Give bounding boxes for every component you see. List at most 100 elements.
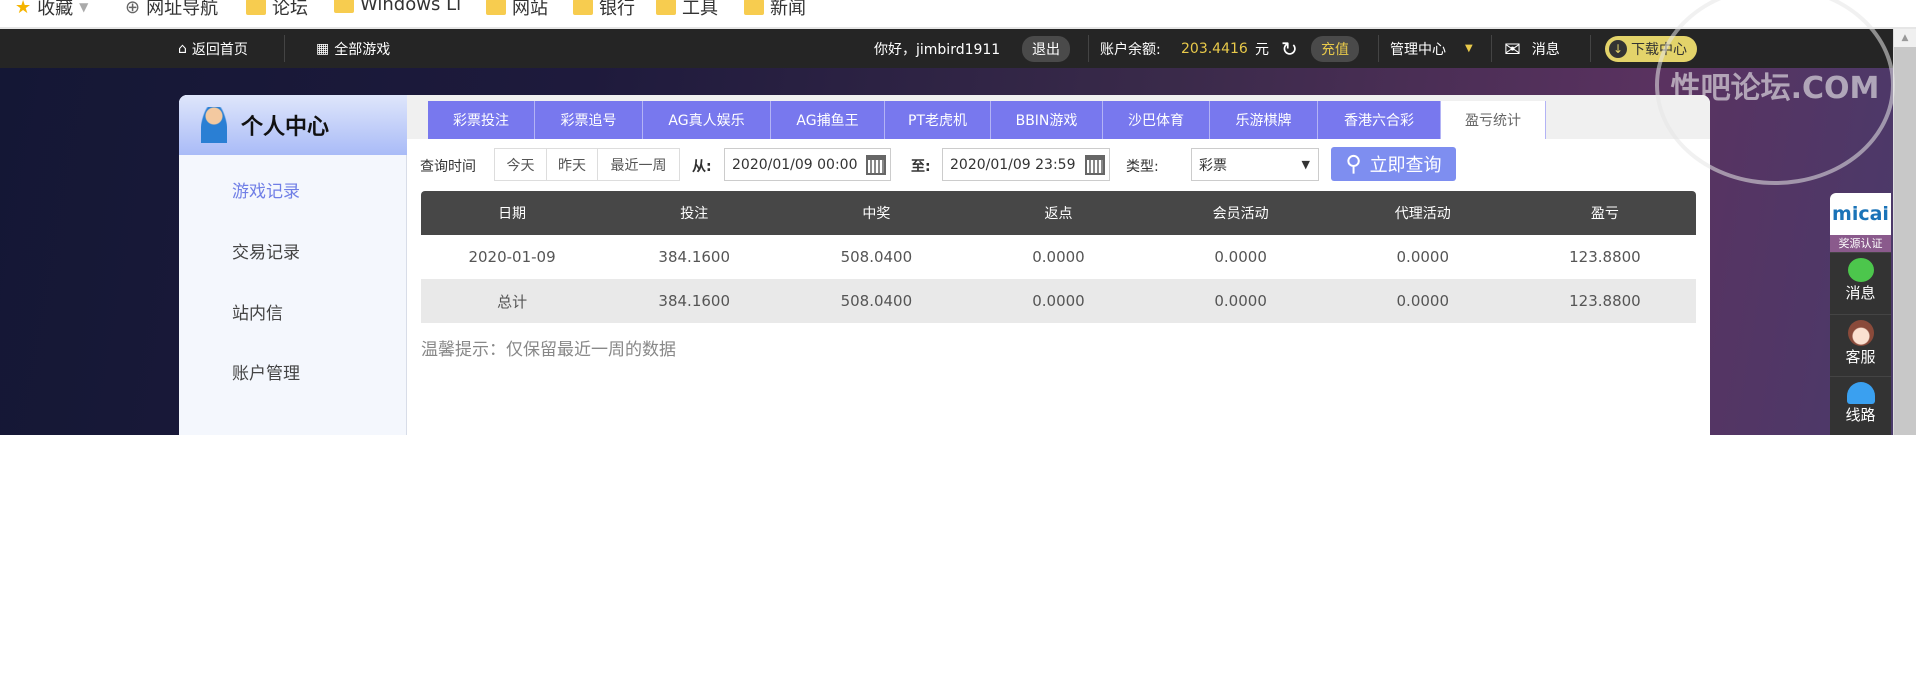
messages-link[interactable]: ✉ 消息 bbox=[1504, 29, 1560, 68]
tab-lottery-bet[interactable]: 彩票投注 bbox=[428, 101, 535, 139]
bookmarks-bar: ★ 收藏 ▼ ⊕ 网址导航 论坛 Windows Li 网站 银行 工具 新闻 bbox=[0, 0, 1916, 29]
tab-saba-sports[interactable]: 沙巴体育 bbox=[1103, 101, 1210, 139]
query-time-label: 查询时间 bbox=[420, 159, 476, 175]
table-cell: 2020-01-09 bbox=[468, 248, 556, 266]
bookmark-favorites[interactable]: ★ 收藏 ▼ bbox=[15, 0, 88, 20]
manage-menu[interactable]: 管理中心 ▼ bbox=[1390, 29, 1473, 68]
table-cell: 123.8800 bbox=[1569, 248, 1641, 266]
bookmark-folder[interactable]: 网站 bbox=[486, 0, 548, 20]
table-row: 2020-01-09 384.1600 508.0400 0.0000 0.00… bbox=[421, 235, 1696, 279]
support-agent-icon bbox=[1847, 320, 1874, 346]
chevron-down-icon: ▼ bbox=[1465, 43, 1473, 54]
search-icon: ⚲ bbox=[1345, 151, 1362, 177]
folder-icon bbox=[246, 0, 266, 15]
sidebar: 个人中心 游戏记录 交易记录 站内信 账户管理 bbox=[179, 95, 407, 435]
scrollbar[interactable]: ▲ bbox=[1893, 29, 1916, 435]
float-support[interactable]: 客服 bbox=[1830, 314, 1891, 376]
bookmark-folder[interactable]: Windows Li bbox=[334, 0, 461, 15]
table-cell: 508.0400 bbox=[840, 248, 913, 266]
user-avatar-icon bbox=[201, 107, 227, 143]
tab-ag-fishing[interactable]: AG捕鱼王 bbox=[771, 101, 885, 139]
folder-icon bbox=[656, 0, 676, 15]
from-label: 从: bbox=[692, 159, 712, 175]
tip-text: 温馨提示：仅保留最近一周的数据 bbox=[421, 340, 676, 360]
calendar-icon[interactable] bbox=[866, 155, 886, 175]
column-header: 会员活动 bbox=[1212, 206, 1269, 222]
float-routes[interactable]: 线路 bbox=[1830, 376, 1891, 435]
column-header: 代理活动 bbox=[1394, 206, 1451, 222]
tab-pt-slots[interactable]: PT老虎机 bbox=[885, 101, 991, 139]
grid-icon: ▦ bbox=[316, 40, 330, 57]
to-date-input[interactable]: 2020/01/09 23:59 bbox=[942, 148, 1110, 181]
sidebar-item-inbox[interactable]: 站内信 bbox=[232, 299, 283, 324]
folder-icon bbox=[334, 0, 354, 13]
yesterday-button[interactable]: 昨天 bbox=[546, 148, 598, 181]
balance-value: 203.4416 bbox=[1181, 40, 1248, 57]
table-cell: 0.0000 bbox=[1214, 292, 1267, 310]
cert-label[interactable]: 奖源认证 bbox=[1830, 235, 1891, 252]
divider bbox=[1088, 35, 1089, 62]
folder-icon bbox=[486, 0, 506, 15]
sidebar-item-account[interactable]: 账户管理 bbox=[232, 359, 300, 384]
tab-profit-stats[interactable]: 盈亏统计 bbox=[1441, 101, 1546, 139]
bookmark-folder[interactable]: 工具 bbox=[656, 0, 718, 20]
tab-bbin[interactable]: BBIN游戏 bbox=[991, 101, 1103, 139]
download-button[interactable]: ↓ 下载中心 bbox=[1605, 35, 1697, 62]
star-icon: ★ bbox=[15, 0, 32, 18]
dropdown-arrow-icon: ▼ bbox=[1301, 158, 1310, 171]
bookmark-folder[interactable]: 银行 bbox=[573, 0, 635, 20]
column-header: 中奖 bbox=[862, 206, 891, 222]
personal-center-panel: 个人中心 游戏记录 交易记录 站内信 账户管理 彩票投注 彩票追号 AG真人娱乐… bbox=[179, 95, 1710, 435]
search-button[interactable]: ⚲ 立即查询 bbox=[1331, 147, 1456, 181]
type-label: 类型: bbox=[1126, 159, 1159, 175]
float-messages[interactable]: 消息 bbox=[1830, 252, 1891, 314]
divider bbox=[284, 35, 285, 62]
table-cell: 0.0000 bbox=[1032, 248, 1085, 266]
column-header: 盈亏 bbox=[1590, 206, 1619, 222]
scroll-up-icon[interactable]: ▲ bbox=[1894, 29, 1916, 47]
calendar-icon[interactable] bbox=[1085, 155, 1105, 175]
from-date-input[interactable]: 2020/01/09 00:00 bbox=[724, 148, 891, 181]
table-cell: 总计 bbox=[497, 292, 528, 311]
home-link[interactable]: ⌂ 返回首页 bbox=[178, 29, 248, 68]
download-icon: ↓ bbox=[1609, 39, 1627, 58]
type-select[interactable]: 彩票 ▼ bbox=[1191, 148, 1319, 181]
table-cell: 384.1600 bbox=[658, 292, 730, 310]
divider bbox=[1491, 35, 1492, 62]
tab-lottery-chase[interactable]: 彩票追号 bbox=[535, 101, 643, 139]
all-games-link[interactable]: ▦ 全部游戏 bbox=[316, 29, 390, 68]
bookmark-folder[interactable]: 论坛 bbox=[246, 0, 308, 20]
globe-icon: ⊕ bbox=[125, 0, 141, 18]
table-cell: 508.0400 bbox=[840, 292, 913, 310]
greeting: 你好，jimbird1911 bbox=[874, 41, 1001, 58]
divider bbox=[1378, 35, 1379, 62]
folder-icon bbox=[744, 0, 764, 15]
table-cell: 0.0000 bbox=[1396, 292, 1450, 310]
tab-hk-mark-six[interactable]: 香港六合彩 bbox=[1318, 101, 1441, 139]
table-cell: 384.1600 bbox=[658, 248, 730, 266]
column-header: 投注 bbox=[680, 206, 709, 222]
bookmark-nav[interactable]: ⊕ 网址导航 bbox=[125, 0, 218, 20]
top-nav: ⌂ 返回首页 ▦ 全部游戏 你好，jimbird1911 退出 账户余额: 203.… bbox=[0, 29, 1893, 68]
folder-icon bbox=[573, 0, 593, 15]
last-week-button[interactable]: 最近一周 bbox=[597, 148, 680, 181]
table-header: 日期 投注 中奖 返点 会员活动 代理活动 盈亏 bbox=[421, 191, 1696, 235]
table-cell: 0.0000 bbox=[1396, 248, 1450, 266]
table-cell: 123.8800 bbox=[1569, 292, 1641, 310]
tab-leyou-chess[interactable]: 乐游棋牌 bbox=[1210, 101, 1318, 139]
bookmark-folder[interactable]: 新闻 bbox=[744, 0, 806, 20]
sidebar-item-game-records[interactable]: 游戏记录 bbox=[232, 177, 300, 202]
column-header: 日期 bbox=[498, 206, 527, 222]
refresh-icon[interactable]: ↻ bbox=[1281, 29, 1298, 68]
chevron-down-icon: ▼ bbox=[79, 0, 89, 14]
table-total-row: 总计 384.1600 508.0400 0.0000 0.0000 0.000… bbox=[421, 279, 1696, 323]
column-header: 返点 bbox=[1044, 206, 1073, 222]
sidebar-item-transactions[interactable]: 交易记录 bbox=[232, 238, 300, 263]
today-button[interactable]: 今天 bbox=[494, 148, 547, 181]
tab-ag-live[interactable]: AG真人娱乐 bbox=[643, 101, 771, 139]
table-cell: 0.0000 bbox=[1032, 292, 1085, 310]
tabs: 彩票投注 彩票追号 AG真人娱乐 AG捕鱼王 PT老虎机 BBIN游戏 沙巴体育… bbox=[428, 101, 1546, 139]
logout-button[interactable]: 退出 bbox=[1022, 35, 1070, 62]
recharge-button[interactable]: 充值 bbox=[1311, 35, 1359, 62]
micai-logo[interactable]: micai bbox=[1830, 193, 1891, 235]
